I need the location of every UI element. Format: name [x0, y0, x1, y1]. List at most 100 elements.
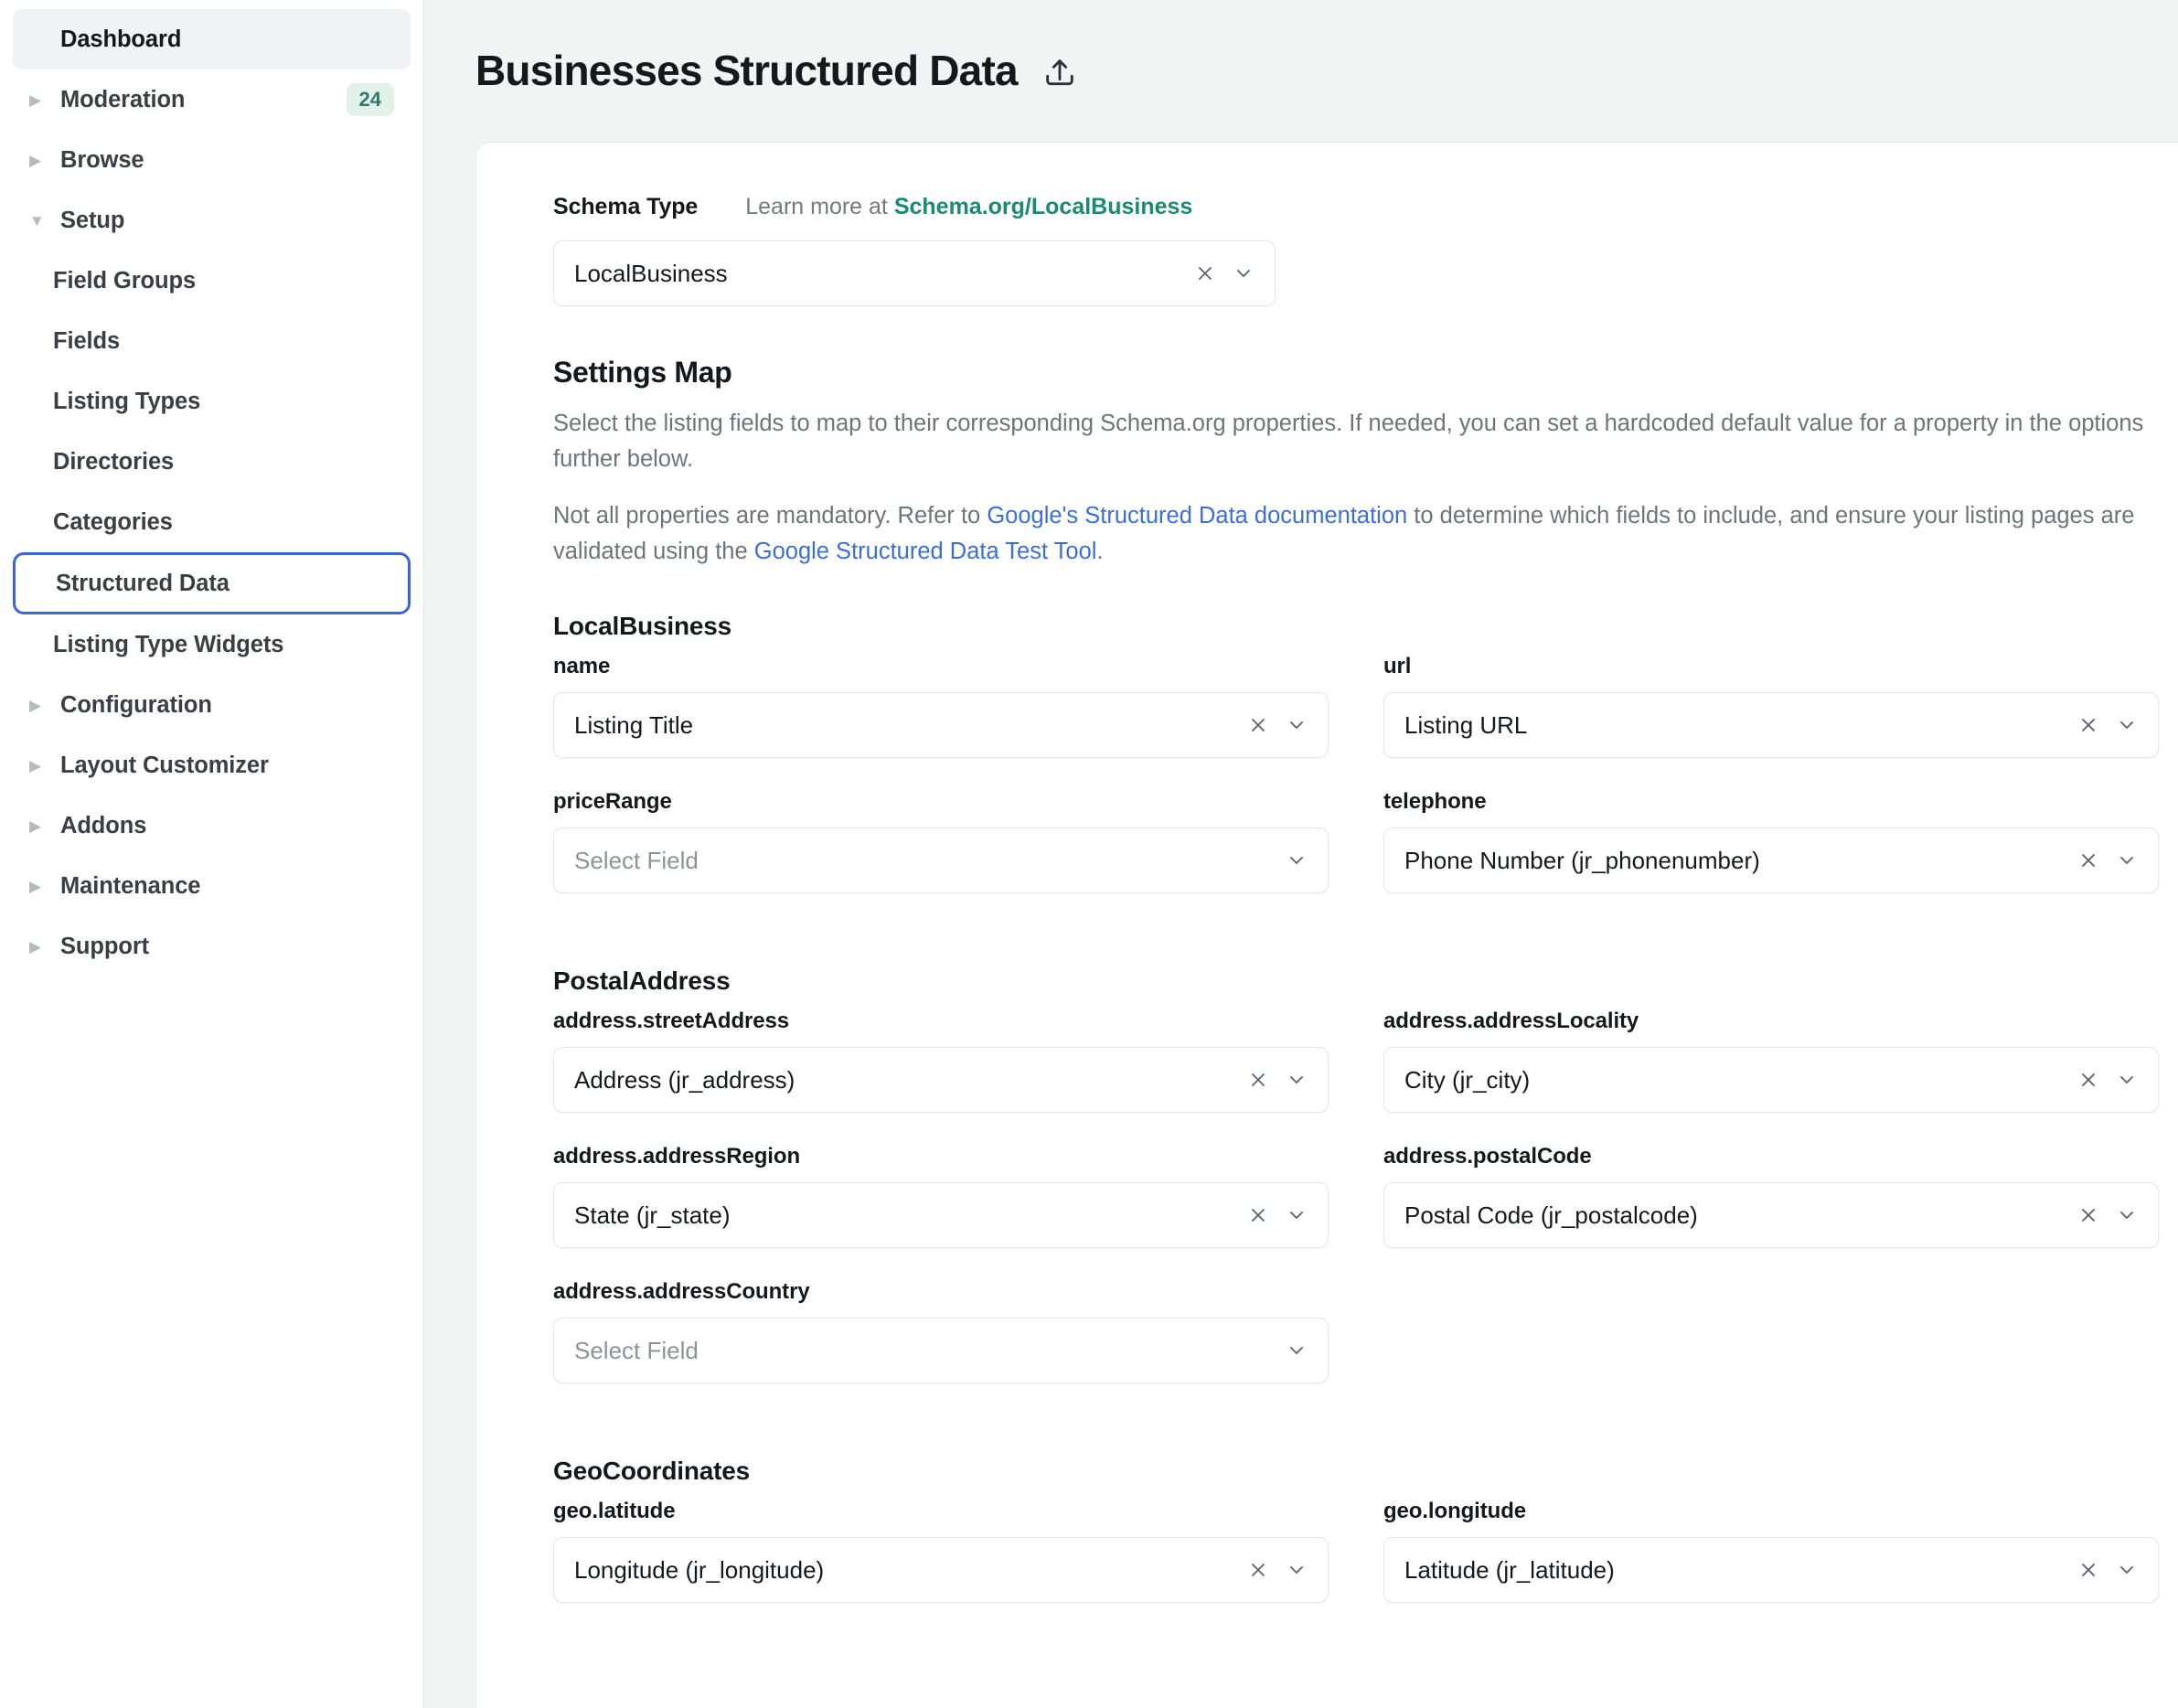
chevron-down-icon[interactable]	[1286, 1340, 1308, 1361]
caret-right-icon[interactable]: ▶	[29, 758, 53, 774]
para2-a: Not all properties are mandatory. Refer …	[553, 502, 988, 528]
field-grid: geo.latitude Longitude (jr_longitude) geo.…	[553, 1499, 2159, 1634]
chevron-down-icon[interactable]	[1286, 1204, 1308, 1226]
google-test-tool-link[interactable]: Google Structured Data Test Tool	[754, 539, 1097, 564]
sidebar-item-setup[interactable]: ▼ Setup	[13, 190, 411, 251]
select-address-addresslocality[interactable]: City (jr_city)	[1383, 1047, 2159, 1114]
select-value-geo-longitude: Latitude (jr_latitude)	[1404, 1555, 1615, 1584]
chevron-down-icon[interactable]	[1286, 714, 1308, 736]
caret-right-icon[interactable]: ▶	[29, 153, 53, 168]
upload-icon[interactable]	[1040, 53, 1080, 93]
field-group-geo-longitude: geo.longitude Latitude (jr_latitude)	[1383, 1499, 2159, 1604]
chevron-down-icon[interactable]	[1286, 849, 1308, 871]
sidebar-item-browse[interactable]: ▶ Browse	[13, 130, 411, 190]
select-controls	[2063, 1204, 2138, 1226]
select-url[interactable]: Listing URL	[1383, 692, 2159, 759]
select-value-geo-latitude: Longitude (jr_longitude)	[574, 1555, 825, 1584]
sidebar-item-listing-type-widgets[interactable]: Listing Type Widgets	[13, 614, 411, 675]
caret-right-icon[interactable]: ▶	[29, 939, 53, 955]
sidebar-item-support[interactable]: ▶ Support	[13, 916, 411, 977]
chevron-down-icon[interactable]	[2116, 1204, 2138, 1226]
select-address-addresscountry[interactable]: Select Field	[553, 1318, 1329, 1384]
clear-icon[interactable]	[1247, 1204, 1269, 1226]
select-geo-latitude[interactable]: Longitude (jr_longitude)	[553, 1537, 1329, 1604]
schema-type-label: Schema Type	[553, 194, 699, 219]
clear-icon[interactable]	[2077, 1069, 2099, 1091]
google-docs-link[interactable]: Google's Structured Data documentation	[987, 503, 1407, 528]
clear-icon[interactable]	[2077, 1204, 2099, 1226]
clear-icon[interactable]	[1194, 262, 1216, 284]
grid-spacer	[1383, 1279, 2159, 1383]
select-value-address-addresscountry: Select Field	[574, 1336, 699, 1364]
sidebar-item-configuration[interactable]: ▶ Configuration	[13, 675, 411, 735]
sidebar-item-directories[interactable]: Directories	[13, 432, 411, 492]
sidebar: Dashboard ▶ Moderation 24 ▶ Browse ▼ Setup Field…	[0, 0, 424, 1708]
app-root: Dashboard ▶ Moderation 24 ▶ Browse ▼ Setup Field…	[0, 0, 2178, 1708]
field-label-address-postalcode: address.postalCode	[1383, 1144, 1592, 1169]
caret-right-icon[interactable]: ▶	[29, 879, 53, 894]
select-controls	[2063, 849, 2138, 871]
clear-icon[interactable]	[2077, 1559, 2099, 1581]
sidebar-item-label: Addons	[60, 812, 147, 838]
select-geo-longitude[interactable]: Latitude (jr_latitude)	[1383, 1537, 2159, 1604]
chevron-down-icon[interactable]	[1286, 1069, 1308, 1091]
select-value-url: Listing URL	[1404, 710, 1528, 739]
chevron-down-icon[interactable]	[2116, 1559, 2138, 1581]
sidebar-item-label: Categories	[53, 508, 173, 535]
chevron-down-icon[interactable]	[1233, 262, 1254, 284]
select-pricerange[interactable]: Select Field	[553, 827, 1329, 894]
clear-icon[interactable]	[1247, 1559, 1269, 1581]
field-group-address-addresscountry: address.addressCountry Select Field	[553, 1279, 1329, 1384]
select-controls	[1271, 1340, 1308, 1361]
field-group-geo-latitude: geo.latitude Longitude (jr_longitude)	[553, 1499, 1329, 1604]
schema-type-select[interactable]: LocalBusiness	[553, 240, 1276, 306]
clear-icon[interactable]	[2077, 714, 2099, 736]
schema-type-head: Schema Type Learn more at Schema.org/Loc…	[553, 194, 2159, 220]
chevron-down-icon[interactable]	[1286, 1559, 1308, 1581]
chevron-down-icon[interactable]	[2116, 714, 2138, 736]
field-group-pricerange: priceRange Select Field	[553, 789, 1329, 894]
structured-data-card: Schema Type Learn more at Schema.org/Loc…	[475, 142, 2178, 1708]
sidebar-item-structured-data[interactable]: Structured Data	[13, 552, 411, 614]
caret-right-icon[interactable]: ▶	[29, 818, 53, 834]
select-address-postalcode[interactable]: Postal Code (jr_postalcode)	[1383, 1182, 2159, 1249]
field-label-address-addressregion: address.addressRegion	[553, 1144, 800, 1169]
chevron-down-icon[interactable]	[2116, 849, 2138, 871]
schema-type-value: LocalBusiness	[574, 259, 728, 287]
field-label-url: url	[1383, 654, 1412, 679]
schema-org-link[interactable]: Schema.org/LocalBusiness	[894, 194, 1193, 219]
clear-icon[interactable]	[1247, 1069, 1269, 1091]
field-group-address-streetaddress: address.streetAddress Address (jr_address…	[553, 1009, 1329, 1114]
clear-icon[interactable]	[1247, 714, 1269, 736]
sidebar-item-addons[interactable]: ▶ Addons	[13, 795, 411, 856]
select-value-address-streetaddress: Address (jr_address)	[574, 1065, 795, 1094]
field-group-name: name Listing Title	[553, 654, 1329, 759]
sidebar-item-label: Moderation	[60, 86, 186, 112]
sidebar-item-label: Listing Type Widgets	[53, 631, 284, 657]
caret-right-icon[interactable]: ▶	[29, 92, 53, 108]
select-telephone[interactable]: Phone Number (jr_phonenumber)	[1383, 827, 2159, 894]
sidebar-item-label: Field Groups	[53, 267, 197, 294]
sidebar-item-listing-types[interactable]: Listing Types	[13, 371, 411, 432]
sidebar-item-dashboard[interactable]: Dashboard	[13, 9, 411, 69]
clear-icon[interactable]	[2077, 849, 2099, 871]
sidebar-item-fields[interactable]: Fields	[13, 311, 411, 371]
schema-sections: LocalBusiness name Listing Title url Listing…	[553, 612, 2159, 1634]
select-name[interactable]: Listing Title	[553, 692, 1329, 759]
field-label-address-addresscountry: address.addressCountry	[553, 1279, 810, 1305]
sidebar-item-categories[interactable]: Categories	[13, 492, 411, 552]
chevron-down-icon[interactable]	[2116, 1069, 2138, 1091]
learn-more-prefix: Learn more at	[745, 194, 894, 219]
sidebar-item-field-groups[interactable]: Field Groups	[13, 251, 411, 311]
sidebar-item-maintenance[interactable]: ▶ Maintenance	[13, 856, 411, 916]
select-address-streetaddress[interactable]: Address (jr_address)	[553, 1047, 1329, 1114]
field-label-name: name	[553, 654, 611, 679]
field-group-url: url Listing URL	[1383, 654, 2159, 759]
sidebar-item-moderation[interactable]: ▶ Moderation 24	[13, 69, 411, 130]
sidebar-item-layout-customizer[interactable]: ▶ Layout Customizer	[13, 735, 411, 795]
caret-down-icon[interactable]: ▼	[29, 213, 53, 229]
caret-right-icon[interactable]: ▶	[29, 698, 53, 713]
sidebar-item-label: Dashboard	[60, 26, 182, 52]
select-address-addressregion[interactable]: State (jr_state)	[553, 1182, 1329, 1249]
section-title-localbusiness: LocalBusiness	[553, 612, 732, 641]
